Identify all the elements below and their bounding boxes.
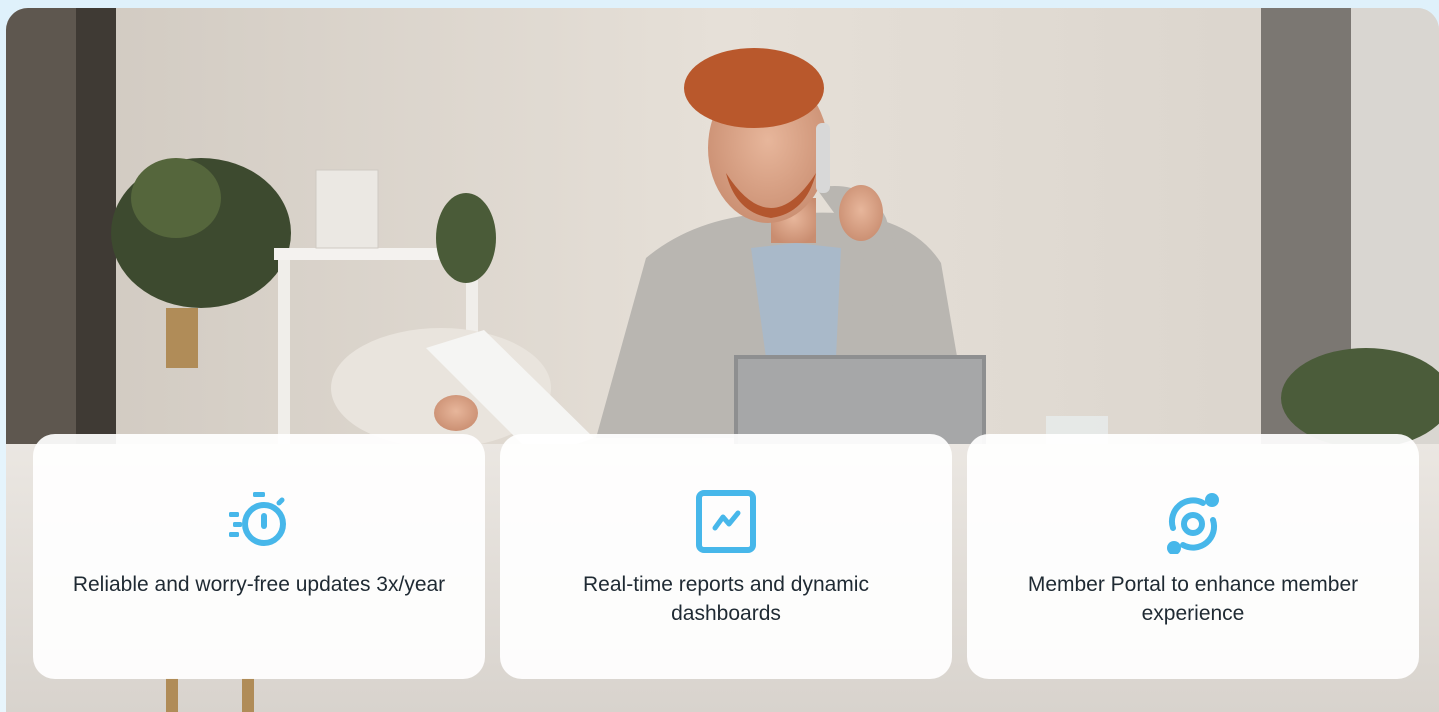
feature-card-member-portal: Member Portal to enhance member experien… [967,434,1419,679]
feature-card-updates: Reliable and worry-free updates 3x/year [33,434,485,679]
chart-trend-icon [694,490,758,554]
portal-sync-icon [1161,490,1225,554]
feature-text: Reliable and worry-free updates 3x/year [72,573,446,596]
feature-text: Real-time reports and dynamic dashboards [583,573,869,625]
feature-card-reports: Real-time reports and dynamic dashboards [500,434,952,679]
stopwatch-icon [227,490,291,554]
feature-text: Member Portal to enhance member experien… [1027,573,1359,625]
